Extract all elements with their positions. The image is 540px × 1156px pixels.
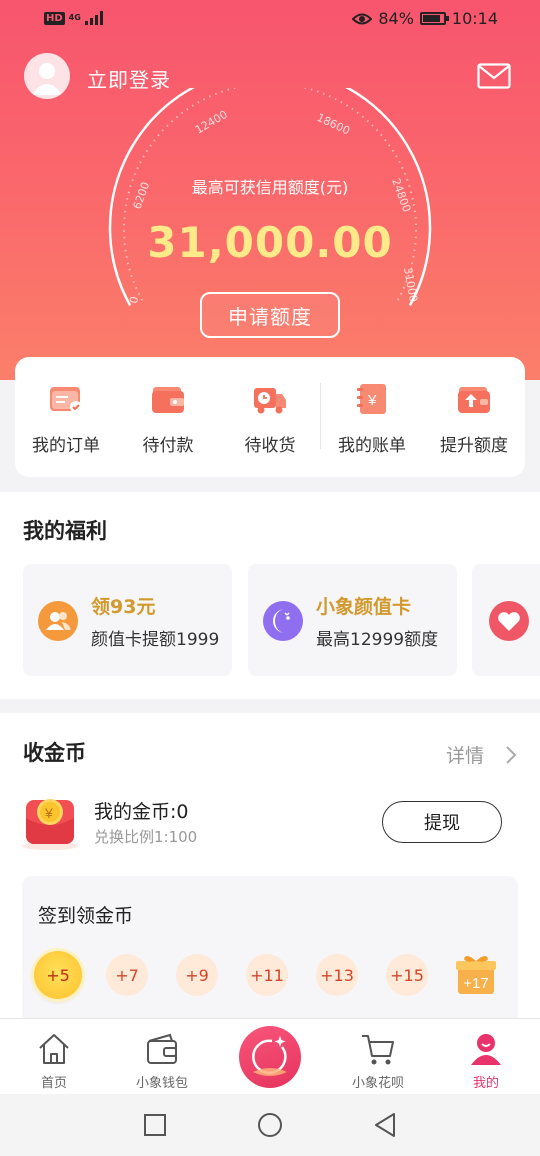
quick-action-raise-limit[interactable]: 提升额度	[423, 357, 525, 477]
gauge-tick-31000: 31000	[401, 266, 420, 303]
tab-huabei[interactable]: 小象花呗	[324, 1019, 432, 1095]
face-card-icon	[263, 601, 303, 641]
clock: 10:14	[451, 9, 498, 28]
my-coins: 我的金币:0	[94, 801, 189, 823]
quick-action-orders[interactable]: 我的订单	[15, 357, 117, 477]
checkin-day-7-label: +17	[463, 975, 488, 992]
users-icon	[38, 601, 78, 641]
tab-label: 我的	[472, 1076, 499, 1091]
checkin-day-5[interactable]: +13	[316, 954, 358, 996]
checkin-title: 签到领金币	[38, 905, 134, 927]
quick-action-label: 我的订单	[32, 436, 100, 456]
checkin-panel: 签到领金币 +5 +7 +9 +11 +13 +15 +17	[22, 876, 518, 1036]
tab-label: 首页	[40, 1076, 67, 1091]
signal-icon	[84, 11, 103, 25]
battery-percent: 84%	[378, 9, 414, 28]
coins-detail-link[interactable]: 详情	[446, 741, 518, 768]
chevron-right-icon	[506, 746, 517, 764]
tab-wallet[interactable]: 小象钱包	[108, 1019, 216, 1095]
quick-action-pending-payment[interactable]: 待付款	[117, 357, 219, 477]
raise-limit-icon	[458, 387, 490, 413]
checkin-day-3[interactable]: +9	[176, 954, 218, 996]
hd-badge: HD	[44, 11, 65, 25]
center-action-icon	[252, 1036, 287, 1076]
system-navigation-bar	[0, 1094, 540, 1156]
quick-action-label: 待收货	[244, 436, 296, 456]
checkin-day-6[interactable]: +15	[386, 954, 428, 996]
withdraw-button[interactable]: 提现	[382, 801, 502, 843]
quick-action-pending-delivery[interactable]: 待收货	[219, 357, 321, 477]
order-icon	[50, 387, 82, 413]
avatar[interactable]	[24, 53, 70, 99]
coin-envelope-icon: ¥	[22, 799, 78, 850]
credit-label: 最高可获信用额度(元)	[191, 178, 349, 197]
profile-icon	[471, 1034, 501, 1065]
checkin-day-2[interactable]: +7	[106, 954, 148, 996]
quick-divider	[320, 383, 321, 449]
quick-actions-card: 我的订单 待付款 待收货 ¥ 我的账单 提升额度	[15, 357, 525, 477]
welfare-card-title: 小象颜值卡	[316, 596, 412, 618]
wallet-tab-icon	[147, 1033, 177, 1064]
network-type: 4G	[68, 13, 81, 22]
wallet-icon	[152, 387, 184, 413]
battery-icon	[419, 12, 449, 25]
tab-label: 小象钱包	[135, 1076, 188, 1091]
checkin-day-1[interactable]: +5	[34, 951, 82, 999]
tab-home[interactable]: 首页	[0, 1019, 108, 1095]
tab-mine[interactable]: 我的	[432, 1019, 540, 1095]
welfare-card[interactable]: 领93元 颜值卡提额1999	[23, 564, 232, 676]
welfare-card-subtitle: 颜值卡提额1999	[91, 630, 220, 650]
quick-action-label: 我的账单	[338, 436, 406, 456]
credit-amount: 31,000.00	[147, 218, 393, 267]
checkin-day-4[interactable]: +11	[246, 954, 288, 996]
coins-title: 收金币	[23, 741, 86, 765]
delivery-truck-icon	[254, 388, 286, 414]
welfare-card-subtitle: 最高12999额度	[316, 630, 439, 650]
credit-gauge: 0 6200 12400 18600 24800 31000	[108, 88, 432, 307]
cart-icon	[362, 1035, 394, 1065]
svg-text:¥: ¥	[44, 805, 53, 821]
svg-text:¥: ¥	[367, 392, 377, 409]
mail-icon[interactable]	[477, 63, 511, 89]
home-icon	[39, 1034, 69, 1064]
bill-icon: ¥	[357, 384, 386, 414]
welfare-card[interactable]	[472, 564, 540, 676]
home-circle-icon[interactable]	[257, 1112, 283, 1138]
center-action-button[interactable]	[239, 1026, 301, 1088]
tab-label: 小象花呗	[351, 1076, 404, 1091]
gauge-tick-12400: 12400	[193, 108, 230, 137]
recent-apps-icon[interactable]	[143, 1113, 167, 1137]
welfare-card[interactable]: 小象颜值卡 最高12999额度	[248, 564, 457, 676]
checkin-day-7-gift[interactable]: +17	[454, 952, 498, 996]
gauge-tick-18600: 18600	[315, 111, 352, 138]
heart-icon	[489, 601, 529, 641]
quick-action-label: 待付款	[142, 436, 194, 456]
eye-comfort-icon	[352, 13, 373, 24]
coin-exchange-ratio: 兑换比例1:100	[94, 828, 198, 846]
avatar-user-icon	[32, 63, 62, 95]
apply-credit-button[interactable]: 申请额度	[200, 292, 340, 338]
back-icon[interactable]	[373, 1112, 397, 1138]
gauge-tick-0: 0	[127, 295, 141, 304]
quick-action-bills[interactable]: ¥ 我的账单	[321, 357, 423, 477]
detail-label: 详情	[446, 745, 485, 767]
quick-action-label: 提升额度	[440, 436, 508, 456]
status-bar: HD 4G 84% 10:14	[0, 0, 540, 40]
welfare-card-title: 领93元	[91, 596, 156, 618]
welfare-title: 我的福利	[23, 519, 107, 543]
